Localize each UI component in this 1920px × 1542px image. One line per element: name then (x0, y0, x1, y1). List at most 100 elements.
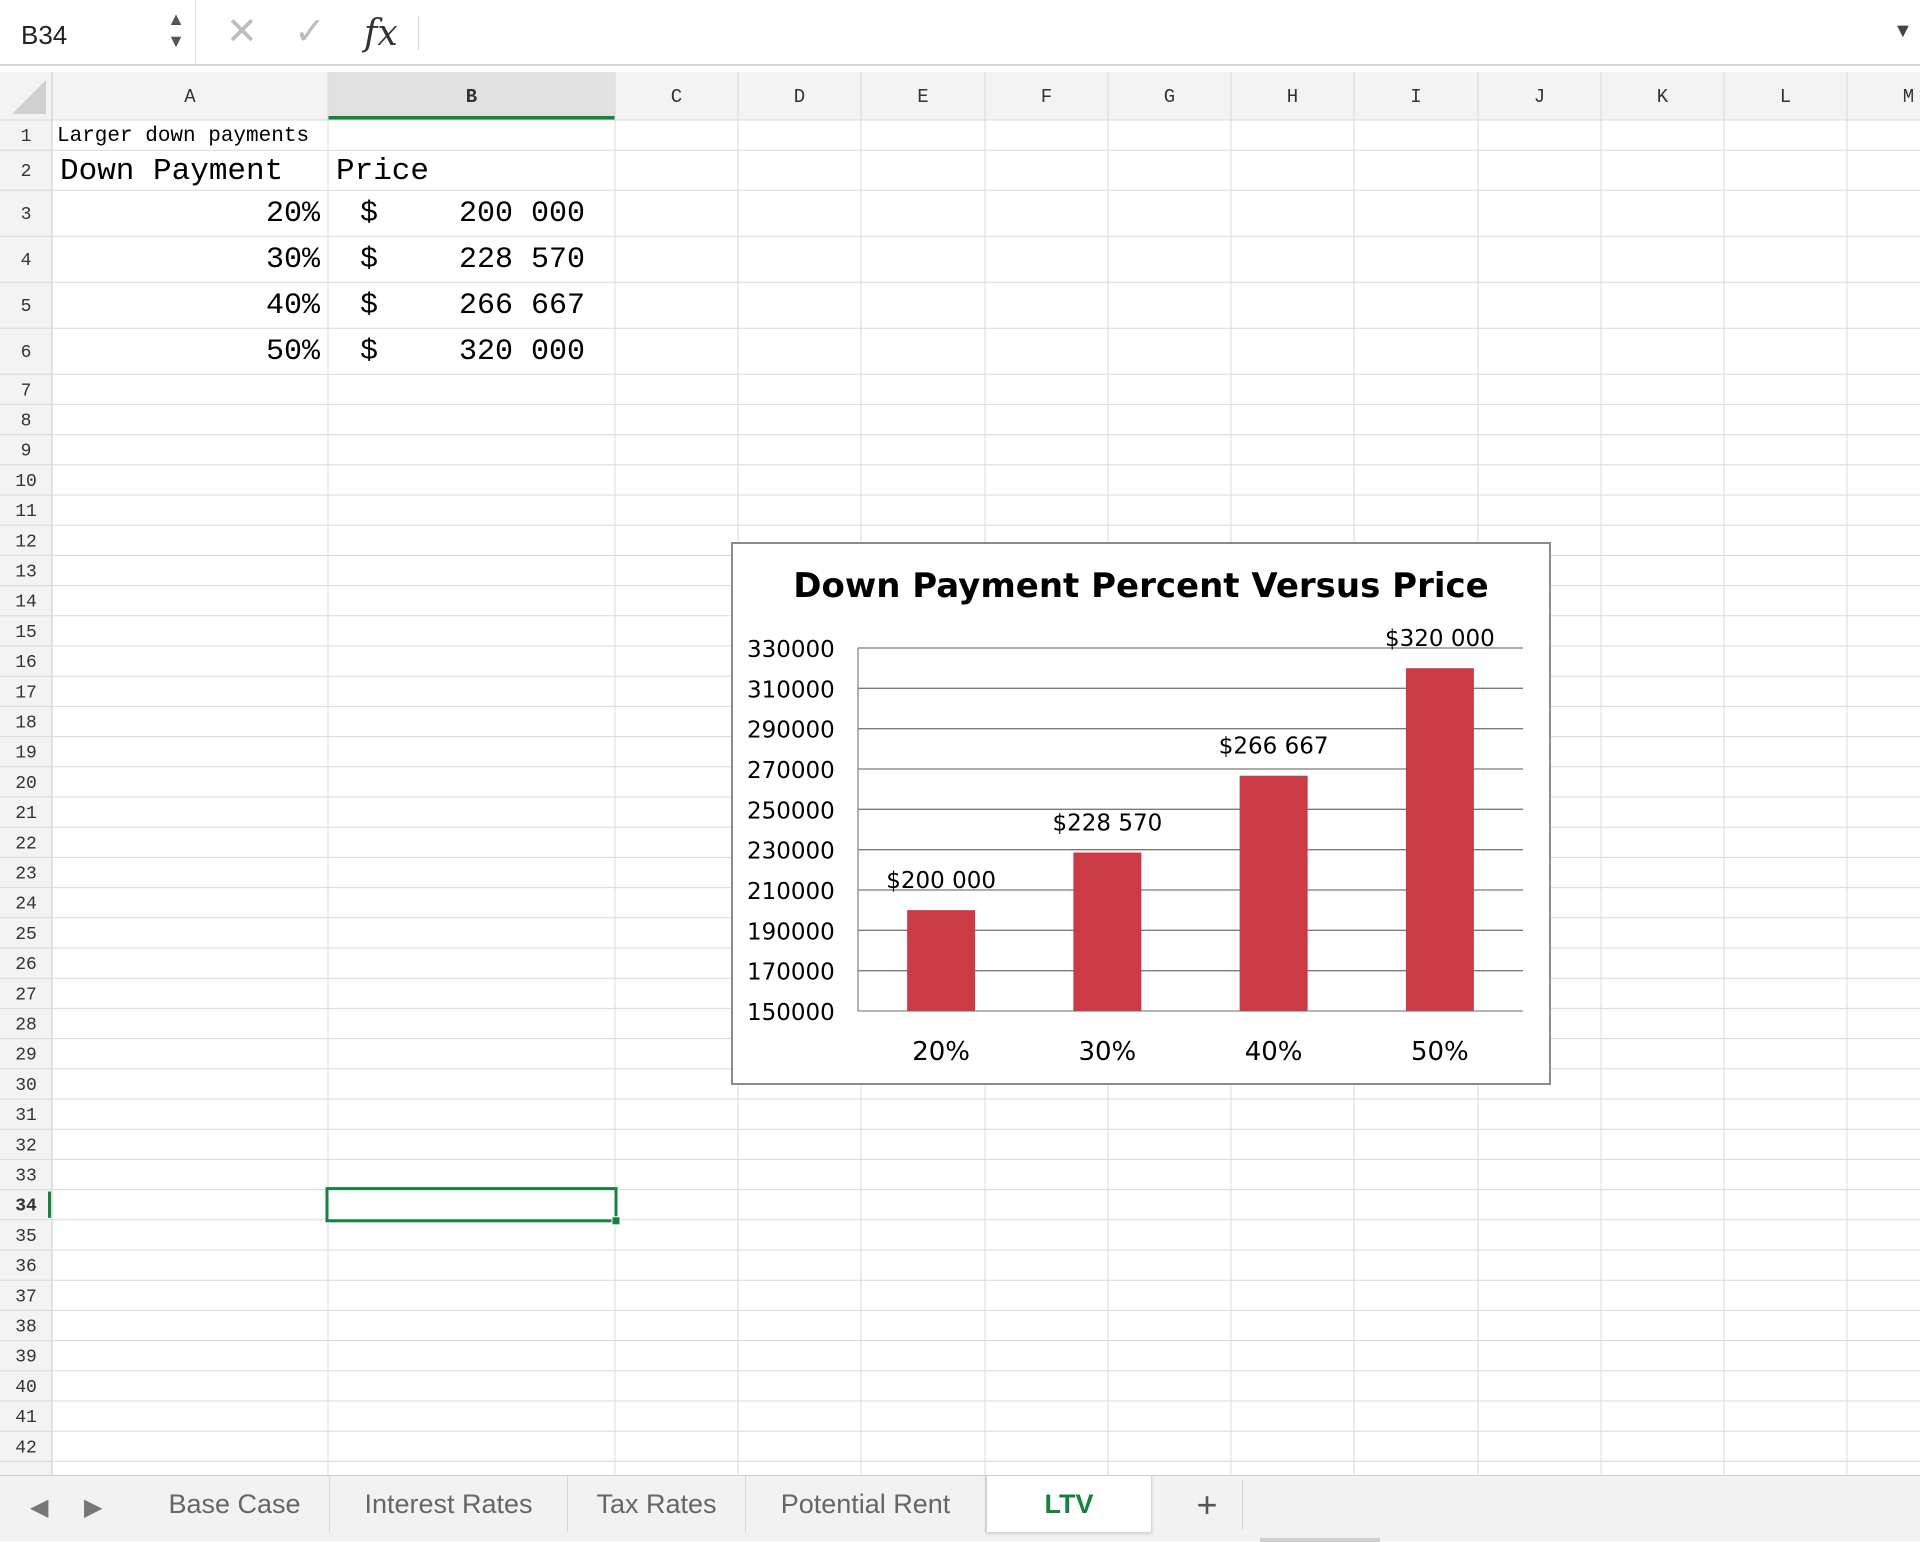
sheet-tab-potential-rent[interactable]: Potential Rent (746, 1476, 986, 1532)
name-box[interactable]: B34 ▲ ▼ (0, 0, 196, 66)
row-header[interactable]: 6 (21, 343, 32, 363)
row-header[interactable]: 13 (15, 563, 37, 583)
previous-sheet-icon[interactable]: ◀ (30, 1494, 48, 1522)
row-header[interactable]: 35 (15, 1227, 37, 1247)
bar[interactable] (1073, 852, 1142, 1011)
row-header[interactable]: 34 (15, 1197, 37, 1217)
row-header[interactable]: 15 (15, 623, 37, 643)
cell-a1[interactable]: Larger down payments (57, 125, 309, 148)
name-box-stepper[interactable]: ▲ ▼ (164, 8, 188, 56)
row-header[interactable]: 37 (15, 1287, 37, 1307)
row-header[interactable]: 20 (15, 774, 37, 794)
row-header[interactable]: 19 (15, 744, 37, 764)
row-header[interactable]: 39 (15, 1348, 37, 1368)
row-header[interactable]: 5 (21, 297, 32, 317)
cell-b2[interactable]: Price (336, 154, 429, 189)
x-tick-label: 20% (912, 1037, 970, 1067)
row-header[interactable]: 17 (15, 683, 37, 703)
tab-scrollbar[interactable] (1260, 1538, 1380, 1542)
column-header[interactable]: A (184, 86, 196, 108)
row-header[interactable]: 36 (15, 1257, 37, 1277)
row-header[interactable]: 25 (15, 925, 37, 945)
row-header[interactable]: 31 (15, 1106, 37, 1126)
row-header[interactable]: 9 (21, 442, 32, 462)
row-header[interactable]: 8 (21, 412, 32, 432)
cell-price[interactable]: 200 000 (328, 197, 585, 231)
cancel-icon[interactable]: ✕ (226, 10, 258, 54)
row-header[interactable]: 7 (21, 381, 32, 401)
cell-down-payment[interactable]: 20% (52, 197, 320, 231)
bar-chart[interactable]: Down Payment Percent Versus Price 330000 3… (731, 542, 1551, 1085)
column-header-bar (0, 72, 1920, 120)
row-header[interactable]: 40 (15, 1378, 37, 1398)
column-header[interactable]: E (917, 86, 928, 108)
formula-bar: B34 ▲ ▼ ✕ ✓ fx ▼ (0, 0, 1920, 66)
row-header[interactable]: 3 (21, 205, 32, 225)
column-header[interactable]: F (1041, 86, 1052, 108)
row-header[interactable]: 10 (15, 472, 37, 492)
row-header[interactable]: 21 (15, 804, 37, 824)
sheet-tab-interest-rates[interactable]: Interest Rates (330, 1476, 568, 1532)
cell-a2[interactable]: Down Payment (60, 154, 283, 189)
row-header[interactable]: 1 (21, 127, 32, 147)
column-header[interactable]: D (794, 86, 805, 108)
row-header[interactable]: 12 (15, 532, 37, 552)
bar[interactable] (1239, 775, 1308, 1011)
row-header[interactable]: 22 (15, 834, 37, 854)
next-sheet-icon[interactable]: ▶ (84, 1494, 102, 1522)
row-header[interactable]: 26 (15, 955, 37, 975)
sheet-tab-base-case[interactable]: Base Case (140, 1476, 330, 1532)
cell-down-payment[interactable]: 30% (52, 243, 320, 277)
cell-price[interactable]: 228 570 (328, 243, 585, 277)
row-header[interactable]: 30 (15, 1076, 37, 1096)
y-tick-label: 270000 (747, 758, 835, 784)
sheet-tab-ltv[interactable]: LTV (986, 1476, 1152, 1532)
cell-price[interactable]: 266 667 (328, 289, 585, 323)
column-header[interactable]: J (1534, 86, 1545, 108)
column-header[interactable]: M (1903, 86, 1914, 108)
insert-function-icon[interactable]: fx (364, 12, 398, 56)
cell-down-payment[interactable]: 40% (52, 289, 320, 323)
column-header[interactable]: K (1657, 86, 1669, 108)
fill-handle[interactable] (611, 1216, 621, 1226)
row-header[interactable]: 4 (21, 251, 32, 271)
row-header[interactable]: 32 (15, 1136, 37, 1156)
column-header[interactable]: G (1164, 86, 1175, 108)
column-header[interactable]: H (1287, 86, 1298, 108)
row-header[interactable]: 18 (15, 714, 37, 734)
row-header[interactable]: 33 (15, 1167, 37, 1187)
formula-input[interactable] (430, 14, 1850, 52)
column-header[interactable]: C (671, 86, 682, 108)
row-header[interactable]: 29 (15, 1046, 37, 1066)
row-header[interactable]: 42 (15, 1438, 37, 1458)
row-header[interactable]: 23 (15, 865, 37, 885)
stepper-down-icon[interactable]: ▼ (164, 30, 188, 52)
row-header[interactable]: 27 (15, 985, 37, 1005)
y-tick-label: 290000 (747, 718, 835, 744)
confirm-icon[interactable]: ✓ (294, 10, 326, 54)
column-header[interactable]: I (1410, 86, 1421, 108)
sheet-tab-tax-rates[interactable]: Tax Rates (568, 1476, 746, 1532)
row-header[interactable]: 16 (15, 653, 37, 673)
bar[interactable] (1405, 668, 1474, 1011)
y-tick-label: 170000 (747, 960, 835, 986)
row-header[interactable]: 28 (15, 1016, 37, 1036)
row-header[interactable]: 11 (15, 502, 37, 522)
row-header[interactable]: 41 (15, 1408, 37, 1428)
column-header[interactable]: L (1780, 86, 1791, 108)
row-header[interactable]: 24 (15, 895, 37, 915)
cell-down-payment[interactable]: 50% (52, 335, 320, 369)
cell-price[interactable]: 320 000 (328, 335, 585, 369)
y-tick-label: 150000 (747, 1000, 835, 1026)
expand-formula-bar-icon[interactable]: ▼ (1893, 20, 1913, 43)
row-header[interactable]: 38 (15, 1318, 37, 1338)
stepper-up-icon[interactable]: ▲ (164, 8, 188, 30)
row-header[interactable]: 2 (21, 162, 32, 182)
row-header[interactable]: 14 (15, 593, 37, 613)
selected-cell[interactable] (325, 1187, 618, 1223)
bar[interactable] (907, 910, 976, 1011)
column-header[interactable]: B (466, 86, 477, 108)
add-sheet-icon[interactable]: + (1172, 1480, 1243, 1530)
name-box-value[interactable]: B34 (21, 20, 67, 51)
y-tick-label: 330000 (747, 637, 835, 663)
